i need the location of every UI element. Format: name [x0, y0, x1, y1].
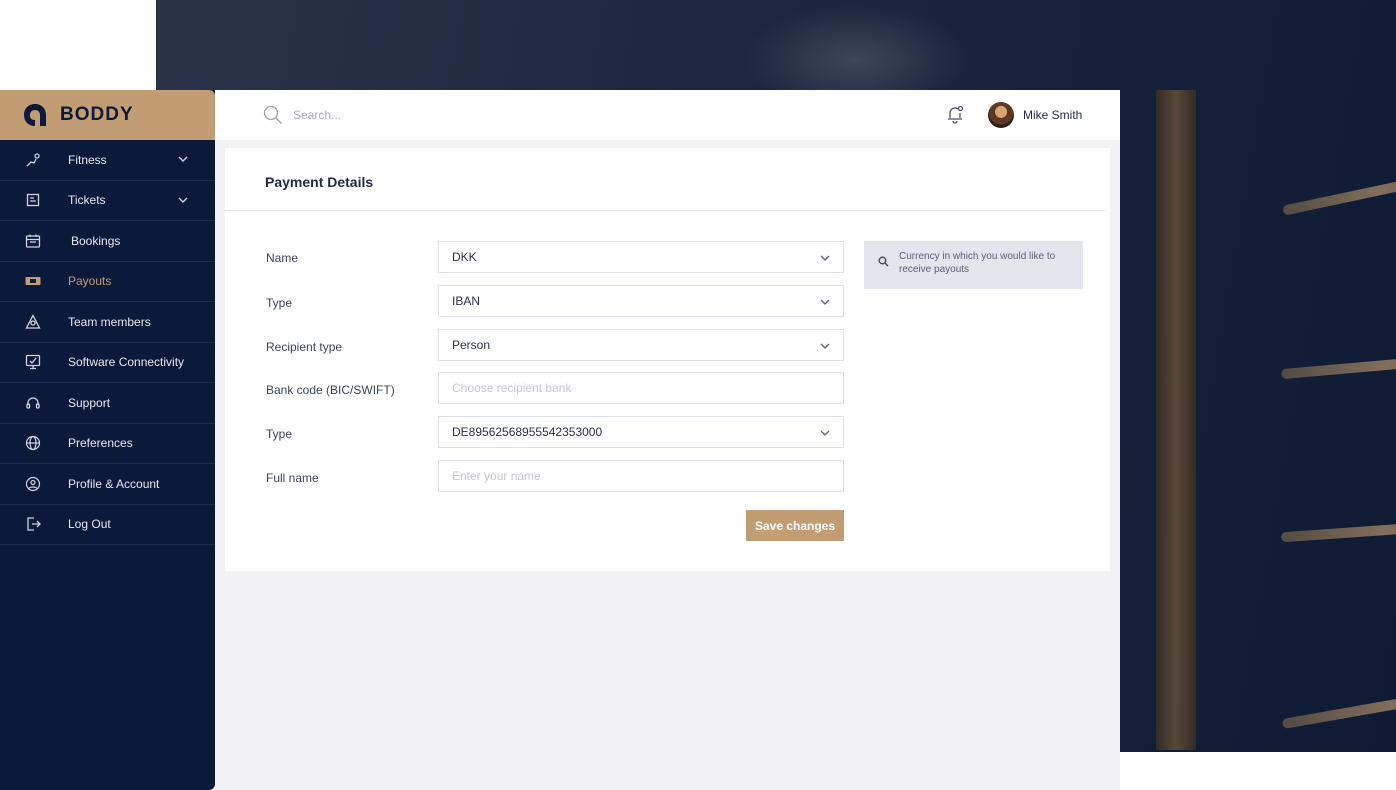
search-icon — [263, 105, 282, 124]
save-changes-button[interactable]: Save changes — [746, 510, 844, 541]
chevron-down-icon — [820, 299, 830, 305]
background-rope — [1282, 164, 1396, 216]
field-label-type: Type — [266, 427, 293, 441]
sidebar-item-log-out[interactable]: Log Out — [0, 505, 215, 545]
user-name[interactable]: Mike Smith — [1023, 108, 1082, 122]
globe-icon — [24, 434, 42, 452]
full-name-input[interactable]: Enter your name — [438, 460, 844, 492]
app-stage: BODDY Fitness Tickets Bookings Payouts T… — [0, 0, 1396, 790]
field-label-bank-code: Bank code (BIC/SWIFT) — [266, 383, 395, 397]
search-input[interactable] — [293, 104, 593, 126]
iban-select-value: DE89562568955542353000 — [452, 425, 603, 439]
field-label-recipient-type: Recipient type — [266, 340, 343, 354]
magnifier-icon — [878, 256, 889, 267]
full-name-placeholder: Enter your name — [452, 469, 541, 483]
iban-select[interactable]: DE89562568955542353000 — [438, 416, 844, 448]
payment-details-card: Payment Details Name DKK Type IBAN Recip… — [225, 148, 1110, 571]
sidebar-item-label: Team members — [68, 314, 151, 329]
chevron-down-icon — [820, 343, 830, 349]
page-title: Payment Details — [265, 174, 374, 190]
currency-select-value: DKK — [452, 250, 477, 264]
sidebar-item-label: Payouts — [68, 274, 112, 289]
headset-icon — [24, 394, 42, 412]
sidebar-item-label: Tickets — [68, 193, 106, 208]
currency-select[interactable]: DKK — [438, 241, 844, 273]
sidebar-item-preferences[interactable]: Preferences — [0, 424, 215, 464]
brand-header[interactable]: BODDY — [0, 90, 215, 140]
field-label-full-name: Full name — [266, 471, 319, 485]
chevron-down-icon — [178, 197, 188, 203]
sidebar-item-label: Software Connectivity — [68, 355, 185, 370]
avatar[interactable] — [988, 102, 1014, 128]
sidebar-item-tickets[interactable]: Tickets — [0, 181, 215, 221]
sidebar: BODDY Fitness Tickets Bookings Payouts T… — [0, 90, 215, 790]
currency-hint: Currency in which you would like to rece… — [864, 241, 1083, 289]
sidebar-item-label: Profile & Account — [68, 476, 160, 491]
sidebar-item-label: Preferences — [68, 436, 133, 451]
account-type-select[interactable]: IBAN — [438, 285, 844, 317]
chevron-down-icon — [820, 430, 830, 436]
recipient-type-select-value: Person — [452, 338, 491, 352]
sidebar-item-payouts[interactable]: Payouts — [0, 262, 215, 302]
chevron-down-icon — [178, 156, 188, 162]
sidebar-item-label: Support — [68, 395, 111, 410]
monitor-icon — [24, 353, 42, 371]
notification-bell-icon[interactable] — [945, 104, 965, 124]
field-label-type: Type — [266, 296, 293, 310]
top-bar: Mike Smith — [215, 90, 1120, 140]
sidebar-item-profile-account[interactable]: Profile & Account — [0, 464, 215, 505]
logout-icon — [24, 515, 42, 533]
background-pole — [1156, 90, 1196, 750]
user-circle-icon — [24, 475, 42, 493]
sidebar-item-label: Bookings — [71, 233, 121, 248]
boddy-logo-icon — [24, 104, 46, 126]
bank-code-placeholder: Choose recipient bank — [452, 381, 572, 395]
background-rope — [1280, 350, 1396, 380]
team-icon — [24, 313, 42, 331]
account-type-select-value: IBAN — [452, 294, 481, 308]
sidebar-item-team-members[interactable]: Team members — [0, 302, 215, 343]
sidebar-item-bookings[interactable]: Bookings — [0, 221, 215, 262]
sidebar-item-fitness[interactable]: Fitness — [0, 140, 215, 181]
background-rope — [1280, 517, 1396, 543]
sidebar-item-label: Log Out — [68, 517, 111, 532]
recipient-type-select[interactable]: Person — [438, 329, 844, 361]
sidebar-item-software-connectivity[interactable]: Software Connectivity — [0, 343, 215, 383]
sidebar-item-label: Fitness — [68, 152, 107, 167]
brand-name: BODDY — [60, 104, 134, 125]
currency-hint-text: Currency in which you would like to rece… — [899, 251, 1056, 275]
sidebar-item-support[interactable]: Support — [0, 383, 215, 424]
bank-code-input[interactable]: Choose recipient bank — [438, 372, 844, 404]
ticket-icon — [24, 191, 42, 209]
chevron-down-icon — [820, 255, 830, 261]
payout-icon — [24, 272, 42, 290]
fitness-icon — [24, 151, 42, 169]
field-label-name: Name — [266, 251, 299, 265]
background-rope — [1281, 680, 1396, 730]
main-content: Payment Details Name DKK Type IBAN Recip… — [215, 140, 1120, 790]
calendar-icon — [24, 232, 42, 250]
divider — [225, 210, 1105, 211]
